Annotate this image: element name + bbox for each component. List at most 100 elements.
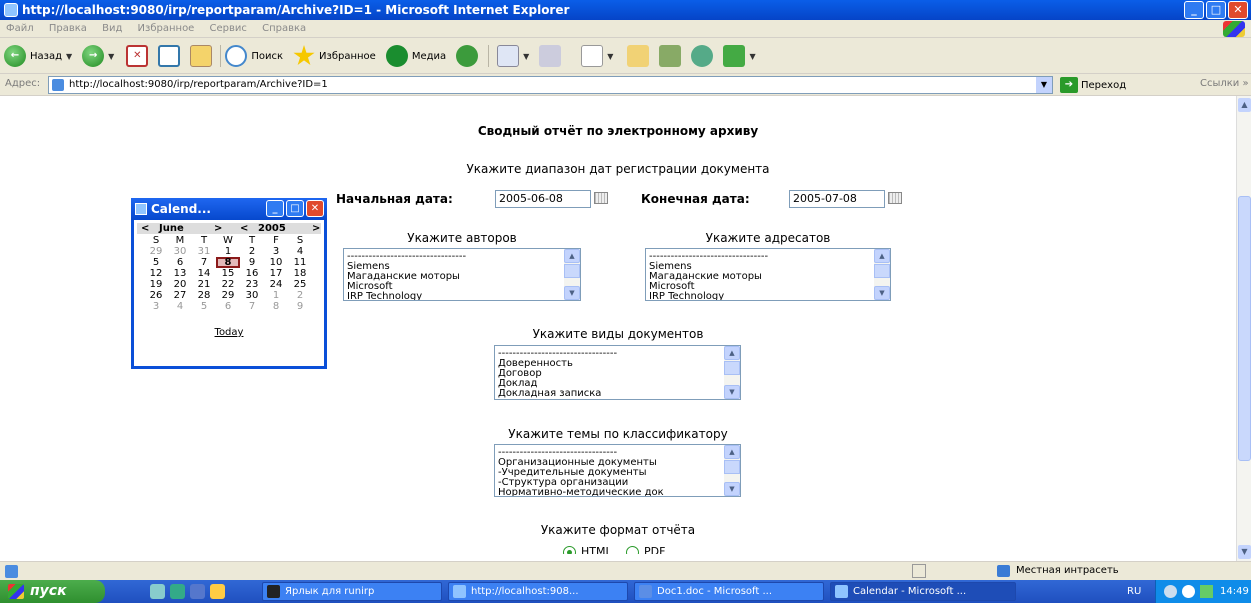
selected-day-cell[interactable]: 8	[216, 257, 240, 268]
home-icon[interactable]	[190, 45, 213, 67]
go-arrow-icon[interactable]: ➔	[1060, 77, 1078, 93]
list-item[interactable]: Докладная записка	[498, 389, 722, 399]
day-cell[interactable]: 9	[240, 257, 264, 268]
day-cell[interactable]: 7	[240, 301, 264, 312]
links-label[interactable]: Ссылки	[1200, 78, 1239, 89]
day-cell[interactable]: 9	[288, 301, 312, 312]
back-button-label[interactable]: Назад	[30, 51, 62, 62]
day-cell[interactable]: 29	[144, 246, 168, 257]
end-calendar-icon[interactable]	[888, 192, 902, 204]
recipients-listbox[interactable]: --------------------------------- Siemen…	[645, 248, 891, 301]
day-cell[interactable]: 14	[192, 268, 216, 279]
day-cell[interactable]: 7	[192, 257, 216, 268]
history-icon[interactable]	[456, 45, 479, 67]
minimize-button[interactable]: _	[1184, 1, 1204, 19]
day-cell[interactable]: 29	[216, 290, 240, 301]
scroll-up-icon[interactable]: ▲	[724, 445, 740, 459]
print-icon[interactable]	[539, 45, 562, 67]
day-cell[interactable]: 23	[240, 279, 264, 290]
day-cell[interactable]: 19	[144, 279, 168, 290]
tray-app-icon[interactable]	[1200, 585, 1213, 598]
day-cell[interactable]: 4	[288, 246, 312, 257]
task-label[interactable]: Ярлык для runirp	[285, 586, 374, 597]
day-cell[interactable]: 3	[144, 301, 168, 312]
back-icon[interactable]: ←	[4, 45, 26, 67]
day-cell[interactable]: 16	[240, 268, 264, 279]
day-cell[interactable]: 25	[288, 279, 312, 290]
mail-dropdown-icon[interactable]: ▼	[523, 52, 529, 61]
today-link[interactable]: Today	[134, 327, 324, 338]
doctypes-listbox[interactable]: --------------------------------- Довере…	[494, 345, 741, 400]
task-label[interactable]: http://localhost:908...	[471, 586, 579, 597]
edit-dropdown-icon[interactable]: ▼	[607, 52, 613, 61]
calendar-close-button[interactable]: ✕	[306, 200, 324, 217]
scroll-thumb[interactable]	[1238, 196, 1251, 461]
next-month-button[interactable]: >	[214, 223, 222, 234]
day-cell[interactable]: 31	[192, 246, 216, 257]
day-cell[interactable]: 10	[264, 257, 288, 268]
clock[interactable]: 14:49	[1220, 580, 1249, 603]
forward-icon[interactable]: →	[82, 45, 105, 67]
next-year-button[interactable]: >	[312, 223, 320, 234]
day-cell[interactable]: 26	[144, 290, 168, 301]
authors-listbox[interactable]: --------------------------------- Siemen…	[343, 248, 581, 301]
list-item[interactable]: IRP Technology	[649, 292, 872, 301]
day-cell[interactable]: 1	[216, 246, 240, 257]
day-cell[interactable]: 6	[168, 257, 192, 268]
task-ie[interactable]: http://localhost:908...	[448, 582, 628, 601]
links-button[interactable]: Ссылки »	[1200, 78, 1249, 89]
menu-file[interactable]: Файл	[6, 23, 34, 34]
start-calendar-icon[interactable]	[594, 192, 608, 204]
scroll-up-icon[interactable]: ▲	[564, 249, 580, 263]
language-indicator[interactable]: RU	[1127, 580, 1141, 603]
day-cell[interactable]: 17	[264, 268, 288, 279]
day-cell[interactable]: 13	[168, 268, 192, 279]
day-cell[interactable]: 5	[192, 301, 216, 312]
scroll-down-icon[interactable]: ▼	[724, 482, 740, 496]
quicklaunch-tool-icon[interactable]	[210, 584, 225, 599]
format-pdf-radio[interactable]	[626, 546, 639, 554]
start-label[interactable]: пуск	[30, 583, 67, 599]
media-icon[interactable]	[385, 45, 408, 67]
day-cell[interactable]: 30	[168, 246, 192, 257]
favorites-button-label[interactable]: Избранное	[319, 51, 376, 62]
day-cell[interactable]: 2	[288, 290, 312, 301]
task-calendar[interactable]: Calendar - Microsoft ...	[830, 582, 1016, 601]
day-cell[interactable]: 20	[168, 279, 192, 290]
refresh-icon[interactable]	[158, 45, 181, 67]
day-cell[interactable]: 12	[144, 268, 168, 279]
favorites-icon[interactable]	[293, 45, 315, 66]
scroll-up-icon[interactable]: ▲	[1238, 98, 1251, 112]
scroll-up-icon[interactable]: ▲	[874, 249, 890, 263]
font-dropdown-icon[interactable]: ▼	[749, 52, 755, 61]
day-cell[interactable]: 2	[240, 246, 264, 257]
day-cell[interactable]: 28	[192, 290, 216, 301]
day-cell[interactable]: 15	[216, 268, 240, 279]
menu-tools[interactable]: Сервис	[210, 23, 247, 34]
calendar-maximize-button[interactable]: □	[286, 200, 304, 217]
list-item[interactable]: IRP Technology	[347, 292, 562, 301]
day-cell[interactable]: 6	[216, 301, 240, 312]
scroll-thumb[interactable]	[724, 460, 740, 474]
prev-year-button[interactable]: <	[240, 223, 248, 234]
day-cell[interactable]: 1	[264, 290, 288, 301]
day-cell[interactable]: 5	[144, 257, 168, 268]
search-button-label[interactable]: Поиск	[251, 51, 283, 62]
scroll-thumb[interactable]	[874, 264, 890, 278]
privacy-icon[interactable]	[912, 564, 926, 578]
format-html-radio[interactable]	[563, 546, 576, 554]
menu-view[interactable]: Вид	[102, 23, 122, 34]
day-cell[interactable]: 24	[264, 279, 288, 290]
scroll-down-icon[interactable]: ▼	[874, 286, 890, 300]
search-icon[interactable]	[225, 45, 248, 67]
edit-icon[interactable]	[581, 45, 604, 67]
mail-icon[interactable]	[497, 45, 520, 67]
day-cell[interactable]: 3	[264, 246, 288, 257]
listbox-scrollbar[interactable]: ▲ ▼	[724, 445, 740, 496]
page-scrollbar[interactable]: ▲ ▼	[1236, 96, 1251, 561]
day-cell[interactable]: 18	[288, 268, 312, 279]
menu-edit[interactable]: Правка	[49, 23, 87, 34]
address-input[interactable]: http://localhost:9080/irp/reportparam/Ar…	[48, 76, 1053, 94]
quicklaunch-media-icon[interactable]	[190, 584, 205, 599]
day-cell[interactable]: 11	[288, 257, 312, 268]
